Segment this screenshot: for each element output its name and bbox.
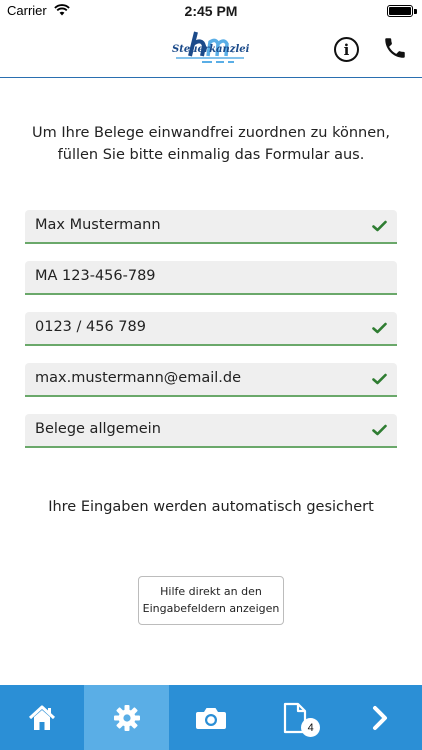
tab-settings[interactable] bbox=[84, 685, 169, 750]
client-number-field[interactable]: MA 123-456-789 bbox=[25, 261, 397, 295]
gear-icon bbox=[113, 704, 140, 731]
home-icon bbox=[29, 705, 56, 730]
info-icon: i bbox=[343, 40, 350, 59]
camera-icon bbox=[195, 707, 226, 729]
app-logo: Steuerkanzlei bbox=[172, 30, 250, 68]
show-field-help-button[interactable]: Hilfe direkt an den Eingabefeldern anzei… bbox=[138, 576, 284, 625]
tab-documents[interactable]: 4 bbox=[253, 685, 337, 750]
documents-count-badge: 4 bbox=[301, 718, 321, 737]
battery-icon bbox=[387, 5, 413, 17]
check-icon bbox=[372, 424, 387, 436]
tab-camera[interactable] bbox=[169, 685, 253, 750]
tab-next[interactable] bbox=[338, 685, 422, 750]
email-field-value: max.mustermann@email.de bbox=[35, 370, 241, 386]
tab-bar: 4 bbox=[0, 685, 422, 750]
phone-icon[interactable] bbox=[382, 35, 408, 61]
autosave-notice: Ihre Eingaben werden automatisch gesiche… bbox=[48, 499, 374, 515]
check-icon bbox=[372, 373, 387, 385]
battery-nub bbox=[414, 9, 417, 14]
clock: 2:45 PM bbox=[184, 3, 238, 19]
check-icon bbox=[372, 322, 387, 334]
email-field[interactable]: max.mustermann@email.de bbox=[25, 363, 397, 397]
info-button[interactable]: i bbox=[334, 37, 359, 62]
chevron-right-icon bbox=[372, 705, 387, 730]
intro-text: Um Ihre Belege einwandfrei zuordnen zu k… bbox=[32, 125, 390, 163]
phone-field[interactable]: 0123 / 456 789 bbox=[25, 312, 397, 346]
category-field[interactable]: Belege allgemein bbox=[25, 414, 397, 448]
phone-field-value: 0123 / 456 789 bbox=[35, 319, 146, 335]
category-field-value: Belege allgemein bbox=[35, 421, 161, 437]
app-header: Steuerkanzlei i bbox=[0, 22, 422, 78]
status-bar: Carrier 2:45 PM bbox=[0, 0, 422, 22]
name-field-value: Max Mustermann bbox=[35, 217, 161, 233]
logo-text: Steuerkanzlei bbox=[172, 44, 250, 55]
tab-home[interactable] bbox=[0, 685, 84, 750]
check-icon bbox=[372, 220, 387, 232]
name-field[interactable]: Max Mustermann bbox=[25, 210, 397, 244]
client-number-field-value: MA 123-456-789 bbox=[35, 268, 156, 284]
